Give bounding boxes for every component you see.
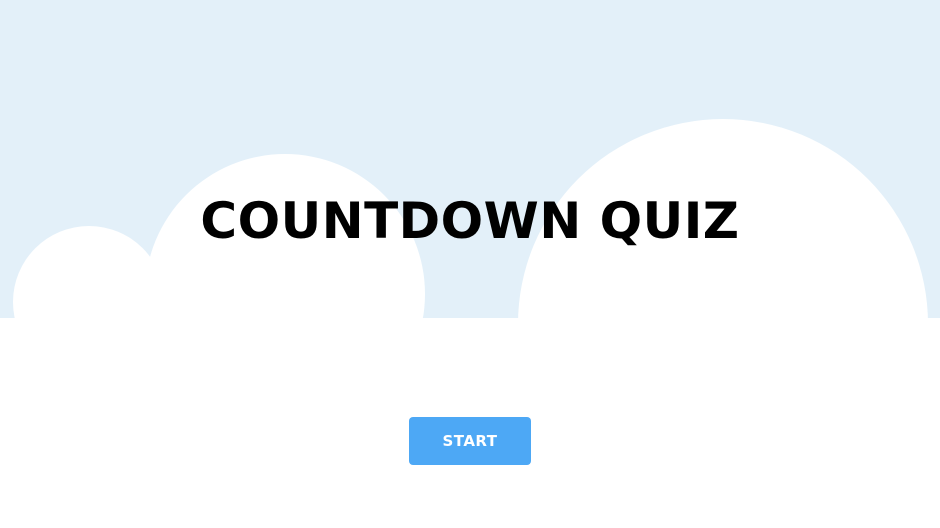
start-button[interactable]: START	[409, 417, 531, 465]
page-title: COUNTDOWN QUIZ	[200, 192, 740, 250]
